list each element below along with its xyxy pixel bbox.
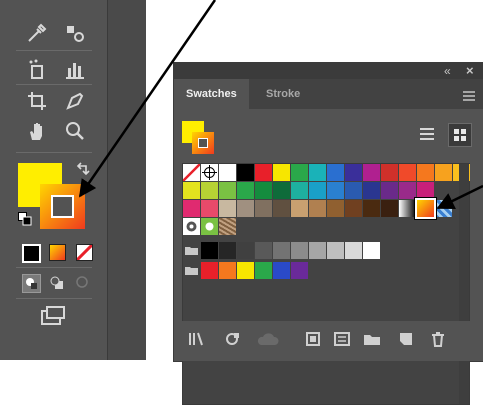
swatch-gradient-selected[interactable] <box>415 198 436 219</box>
arrow-to-stroke <box>78 0 217 198</box>
arrow-to-gradient-swatch <box>436 184 483 210</box>
annotation-arrows <box>78 0 483 210</box>
